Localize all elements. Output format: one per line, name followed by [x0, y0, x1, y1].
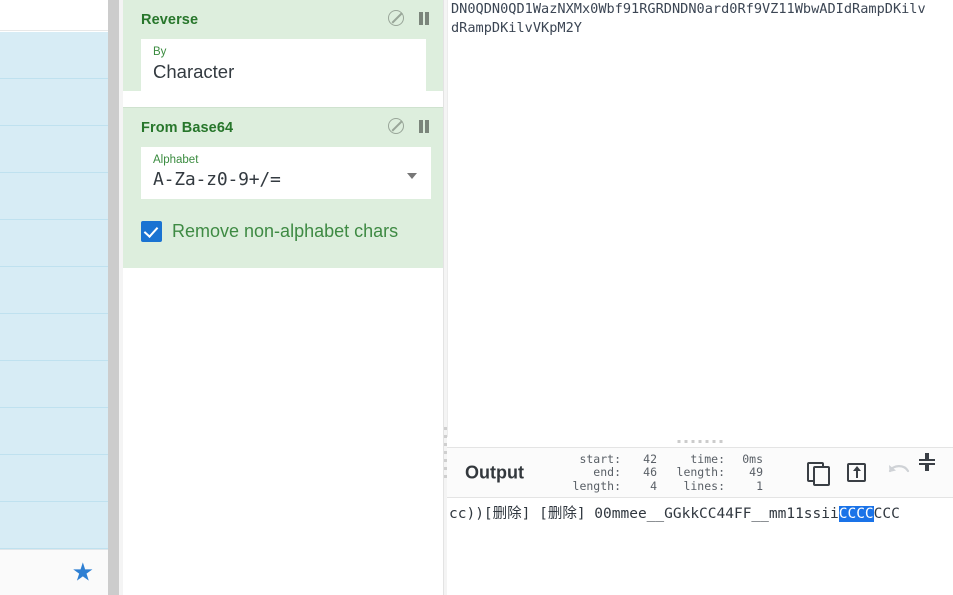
- argument-value: Character: [153, 61, 235, 82]
- output-textarea[interactable]: cc))[删除] [删除] 00mmee__GGkkCC44FF__mm11ss…: [447, 499, 953, 595]
- output-text-selection: CCCC: [838, 506, 874, 522]
- input-line: dRampDKilvVKpM2Y: [451, 20, 582, 36]
- recipe-empty-area[interactable]: [123, 268, 443, 595]
- stat-value-sel-length: 4: [650, 478, 657, 493]
- list-item[interactable]: [0, 32, 108, 79]
- maximize-output-button[interactable]: [919, 452, 951, 486]
- recipe-operation-title: From Base64: [141, 120, 234, 136]
- list-item[interactable]: Extract Colour: [0, 314, 108, 361]
- save-output-button[interactable]: [767, 462, 791, 486]
- list-item[interactable]: [0, 267, 108, 314]
- recipe-operation-from-base64[interactable]: From Base64 Alphabet A-Za-z0-9+/= Remove…: [123, 107, 443, 268]
- output-header: Output start: 42 time: 0ms end: 46 lengt…: [447, 447, 953, 498]
- disable-icon[interactable]: [388, 10, 404, 26]
- disable-icon[interactable]: [388, 118, 404, 134]
- output-text: cc))[删除] [删除] 00mmee__GGkkCC44FF__mm11ss…: [449, 504, 900, 524]
- stat-label-length: length:: [676, 465, 725, 480]
- input-textarea[interactable]: DN0QDN0QD1WazNXMx0Wbf91RGRDNDN0ard0Rf9VZ…: [447, 0, 953, 437]
- output-actions: [767, 448, 953, 499]
- stat-value-start: 42: [643, 452, 657, 466]
- copy-output-button[interactable]: [807, 462, 831, 486]
- recipe-operation-controls: [388, 10, 431, 26]
- stat-label-time: time:: [690, 452, 725, 466]
- argument-by[interactable]: By Character: [141, 39, 426, 91]
- recipe-operation-controls: [388, 118, 431, 134]
- list-item[interactable]: [0, 361, 108, 408]
- argument-label: By: [153, 46, 167, 58]
- operation-label: Disassemble x86: [0, 220, 108, 266]
- list-item[interactable]: [0, 79, 108, 126]
- stat-value-end: 46: [643, 465, 657, 480]
- splitter-grip-icon: [677, 440, 723, 443]
- star-icon: ★: [71, 558, 94, 586]
- argument-value: A-Za-z0-9+/=: [153, 169, 281, 190]
- undo-button[interactable]: [887, 462, 911, 486]
- io-horizontal-splitter[interactable]: [447, 437, 953, 447]
- checkbox-label: Remove non-alphabet chars: [172, 221, 399, 241]
- pause-icon[interactable]: [418, 11, 431, 26]
- stat-label-start: start:: [579, 452, 621, 466]
- stat-value-length: 49: [749, 465, 763, 480]
- io-panel: DN0QDN0QD1WazNXMx0Wbf91RGRDNDN0ard0Rf9VZ…: [447, 0, 953, 595]
- output-stats: start: 42 time: 0ms end: 46 length: 49 l…: [555, 452, 763, 493]
- list-item[interactable]: [0, 408, 108, 455]
- chevron-down-icon[interactable]: [407, 173, 417, 179]
- stat-label-lines: lines:: [683, 478, 725, 493]
- argument-alphabet[interactable]: Alphabet A-Za-z0-9+/=: [141, 147, 431, 199]
- list-item[interactable]: From Hexdump: [0, 173, 108, 220]
- operations-splitter[interactable]: [108, 0, 119, 595]
- operations-search-bar[interactable]: [0, 0, 108, 31]
- input-line: DN0QDN0QD1WazNXMx0Wbf91RGRDNDN0ard0Rf9VZ…: [451, 1, 926, 17]
- operation-label: Extract Colour: [0, 314, 108, 360]
- replace-input-button[interactable]: [847, 462, 871, 486]
- list-item[interactable]: Disassemble x86: [0, 220, 108, 267]
- operation-label: To Hexdump: [0, 126, 108, 172]
- recipe-panel: Reverse By Character From Base64 Alphabe…: [123, 0, 443, 595]
- stat-value-time: 0ms: [742, 452, 763, 466]
- operations-panel: To Hexdump From Hexdump Disassemble x86 …: [0, 0, 108, 595]
- checkbox-icon[interactable]: [141, 221, 162, 242]
- stat-label-sel-length: length:: [572, 478, 621, 493]
- list-item[interactable]: To Hexdump: [0, 126, 108, 173]
- output-title: Output: [465, 462, 524, 482]
- recipe-operation-reverse[interactable]: Reverse By Character: [123, 0, 443, 91]
- cyberchef-window: To Hexdump From Hexdump Disassemble x86 …: [0, 0, 953, 595]
- list-item[interactable]: [0, 455, 108, 502]
- pause-icon[interactable]: [418, 119, 431, 134]
- operations-list[interactable]: To Hexdump From Hexdump Disassemble x86 …: [0, 32, 108, 595]
- output-text-before: cc))[删除] [删除] 00mmee__GGkkCC44FF__mm11ss…: [449, 506, 839, 522]
- argument-remove-non-alphabet[interactable]: Remove non-alphabet chars: [141, 215, 426, 268]
- output-text-after: CCC: [873, 506, 900, 522]
- operation-label: From Hexdump: [0, 173, 108, 219]
- input-gutter: [447, 0, 448, 437]
- stat-label-end: end:: [593, 465, 621, 480]
- undo-icon: [888, 464, 910, 472]
- recipe-operation-title: Reverse: [141, 12, 199, 28]
- category-header-favourites[interactable]: ★: [0, 549, 108, 595]
- list-item[interactable]: [0, 502, 108, 549]
- stat-value-lines: 1: [756, 478, 763, 493]
- argument-label: Alphabet: [153, 154, 199, 166]
